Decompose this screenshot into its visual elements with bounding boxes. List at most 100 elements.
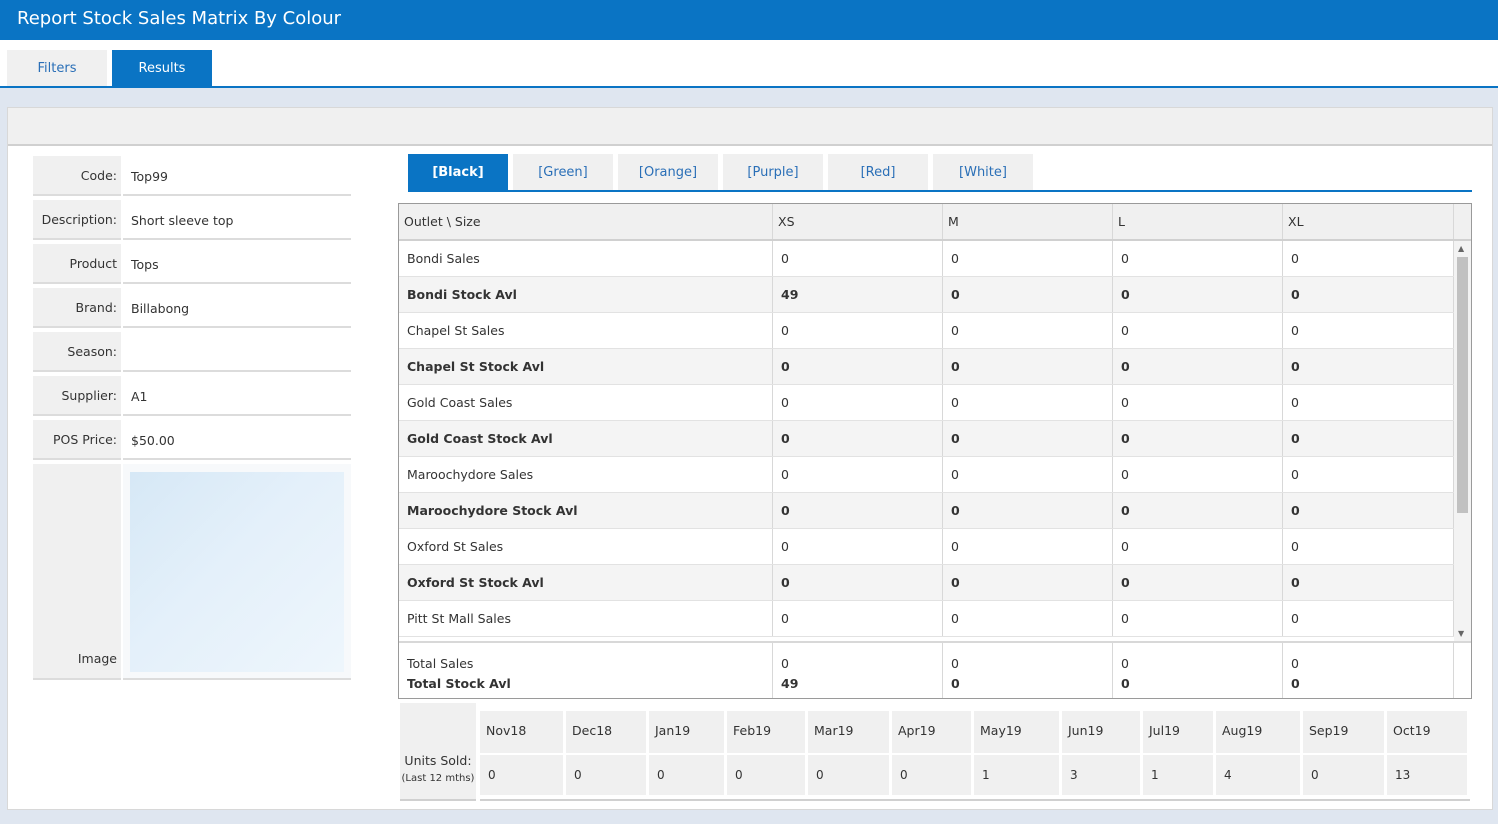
title-bar: Report Stock Sales Matrix By Colour [0, 0, 1498, 40]
column-header-1: XS [773, 204, 943, 239]
colour-tab-orange[interactable]: [Orange] [618, 154, 718, 190]
colour-tabs: [Black] [Green] [Orange] [Purple] [Red] [Whit… [408, 154, 1472, 192]
product-image-row: Image [33, 464, 351, 682]
month-label: Feb19 [733, 723, 772, 738]
table-row: Oxford St Stock Avl 0 0 0 0 [399, 565, 1454, 601]
info-row-supplier: Supplier: A1 [33, 376, 351, 418]
size-value-cell: 0 [943, 277, 1113, 312]
size-value-cell: 0 [773, 385, 943, 420]
month-units-value: 0 [480, 753, 563, 793]
info-row-description: Description: Short sleeve top [33, 200, 351, 242]
size-value-cell: 0 [1113, 241, 1283, 276]
product-type-label: Product Type: [33, 244, 121, 311]
units-sold-label-cell: Units Sold: (Last 12 mths) [400, 703, 476, 801]
size-value-cell: 0 [943, 457, 1113, 492]
size-value-cell: 0 [1113, 313, 1283, 348]
tab-filters[interactable]: Filters [7, 50, 107, 86]
month-jun19: Jun19 3 [1062, 711, 1143, 795]
month-feb19: Feb19 0 [727, 711, 808, 795]
code-value: Top99 [123, 156, 351, 196]
month-units-value: 0 [566, 753, 646, 793]
tab-results[interactable]: Results [112, 50, 212, 86]
size-value-cell: 0 [943, 385, 1113, 420]
outlet-cell: Bondi Sales [399, 241, 773, 276]
size-value-cell: 0 [943, 349, 1113, 384]
size-value-cell: 0 [1283, 457, 1454, 492]
month-apr19: Apr19 0 [892, 711, 974, 795]
size-value-cell: 0 [1113, 529, 1283, 564]
month-label: Sep19 [1309, 723, 1349, 738]
outlet-cell: Maroochydore Stock Avl [399, 493, 773, 528]
table-row: Gold Coast Stock Avl 0 0 0 0 [399, 421, 1454, 457]
size-value-cell: 0 [1113, 601, 1283, 636]
totals-cell: 00 [943, 643, 1113, 698]
description-value: Short sleeve top [123, 200, 351, 240]
colour-tab-purple[interactable]: [Purple] [723, 154, 823, 190]
scroll-up-icon[interactable]: ▲ [1458, 244, 1464, 253]
colour-tab-white[interactable]: [White] [933, 154, 1033, 190]
outlet-cell: Gold Coast Stock Avl [399, 421, 773, 456]
outlet-cell: Pitt St Mall Sales [399, 601, 773, 636]
results-panel: Code: Top99 Description: Short sleeve top Pr… [7, 107, 1493, 810]
month-label: Aug19 [1222, 723, 1263, 738]
size-value-cell: 0 [943, 313, 1113, 348]
colour-tab-green[interactable]: [Green] [513, 154, 613, 190]
matrix-totals: Total Sales Total Stock Avl 0 49 0 0 0 0 0 0 [399, 641, 1471, 698]
size-value-cell: 0 [1283, 313, 1454, 348]
table-row: Chapel St Stock Avl 0 0 0 0 [399, 349, 1454, 385]
scrollbar-thumb[interactable] [1457, 257, 1468, 513]
month-label: Apr19 [898, 723, 936, 738]
info-row-brand: Brand: Billabong [33, 288, 351, 330]
month-units-value: 3 [1062, 753, 1140, 793]
season-label: Season: [33, 332, 121, 372]
month-nov18: Nov18 0 [480, 711, 566, 795]
outlet-cell: Gold Coast Sales [399, 385, 773, 420]
size-value-cell: 0 [773, 421, 943, 456]
month-jul19: Jul19 1 [1143, 711, 1216, 795]
size-value-cell: 0 [773, 529, 943, 564]
matrix-scrollbar[interactable]: ▲ ▼ [1454, 241, 1471, 641]
month-label: Mar19 [814, 723, 854, 738]
colour-tab-black[interactable]: [Black] [408, 154, 508, 190]
size-value-cell: 0 [773, 241, 943, 276]
totals-cell: 00 [1283, 643, 1454, 698]
size-value-cell: 0 [773, 313, 943, 348]
description-label: Description: [33, 200, 121, 240]
table-row: Chapel St Sales 0 0 0 0 [399, 313, 1454, 349]
size-value-cell: 0 [773, 457, 943, 492]
column-header-2: M [943, 204, 1113, 239]
brand-value: Billabong [123, 288, 351, 328]
code-label: Code: [33, 156, 121, 196]
size-value-cell: 0 [943, 241, 1113, 276]
table-row: Maroochydore Stock Avl 0 0 0 0 [399, 493, 1454, 529]
size-value-cell: 0 [1113, 349, 1283, 384]
image-label-cell: Image [33, 464, 121, 680]
month-label: Oct19 [1393, 723, 1431, 738]
total-stock-value: 0 [1291, 676, 1300, 691]
units-sold-divider [480, 799, 1470, 801]
size-value-cell: 0 [773, 565, 943, 600]
month-units-value: 4 [1216, 753, 1300, 793]
size-value-cell: 0 [1283, 565, 1454, 600]
size-value-cell: 0 [1113, 421, 1283, 456]
outlet-cell: Chapel St Sales [399, 313, 773, 348]
table-row: Bondi Sales 0 0 0 0 [399, 241, 1454, 277]
supplier-label: Supplier: [33, 376, 121, 416]
units-sold-strip: Units Sold: (Last 12 mths) Nov18 0 Dec18 0 J… [398, 703, 1470, 803]
table-row: Pitt St Mall Sales 0 0 0 0 [399, 601, 1454, 637]
totals-cell: 0 49 [773, 643, 943, 698]
scroll-down-icon[interactable]: ▼ [1458, 629, 1464, 638]
outlet-cell: Chapel St Stock Avl [399, 349, 773, 384]
size-value-cell: 0 [1113, 385, 1283, 420]
size-value-cell: 0 [943, 421, 1113, 456]
size-value-cell: 0 [1113, 277, 1283, 312]
size-value-cell: 0 [773, 349, 943, 384]
month-jan19: Jan19 0 [649, 711, 727, 795]
total-sales-label: Total Sales [407, 656, 474, 671]
pos-price-label: POS Price: [33, 420, 121, 460]
product-image [130, 472, 344, 672]
total-stock-value: 0 [951, 676, 960, 691]
colour-tab-red[interactable]: [Red] [828, 154, 928, 190]
totals-cell: 00 [1113, 643, 1283, 698]
season-value [123, 332, 351, 372]
